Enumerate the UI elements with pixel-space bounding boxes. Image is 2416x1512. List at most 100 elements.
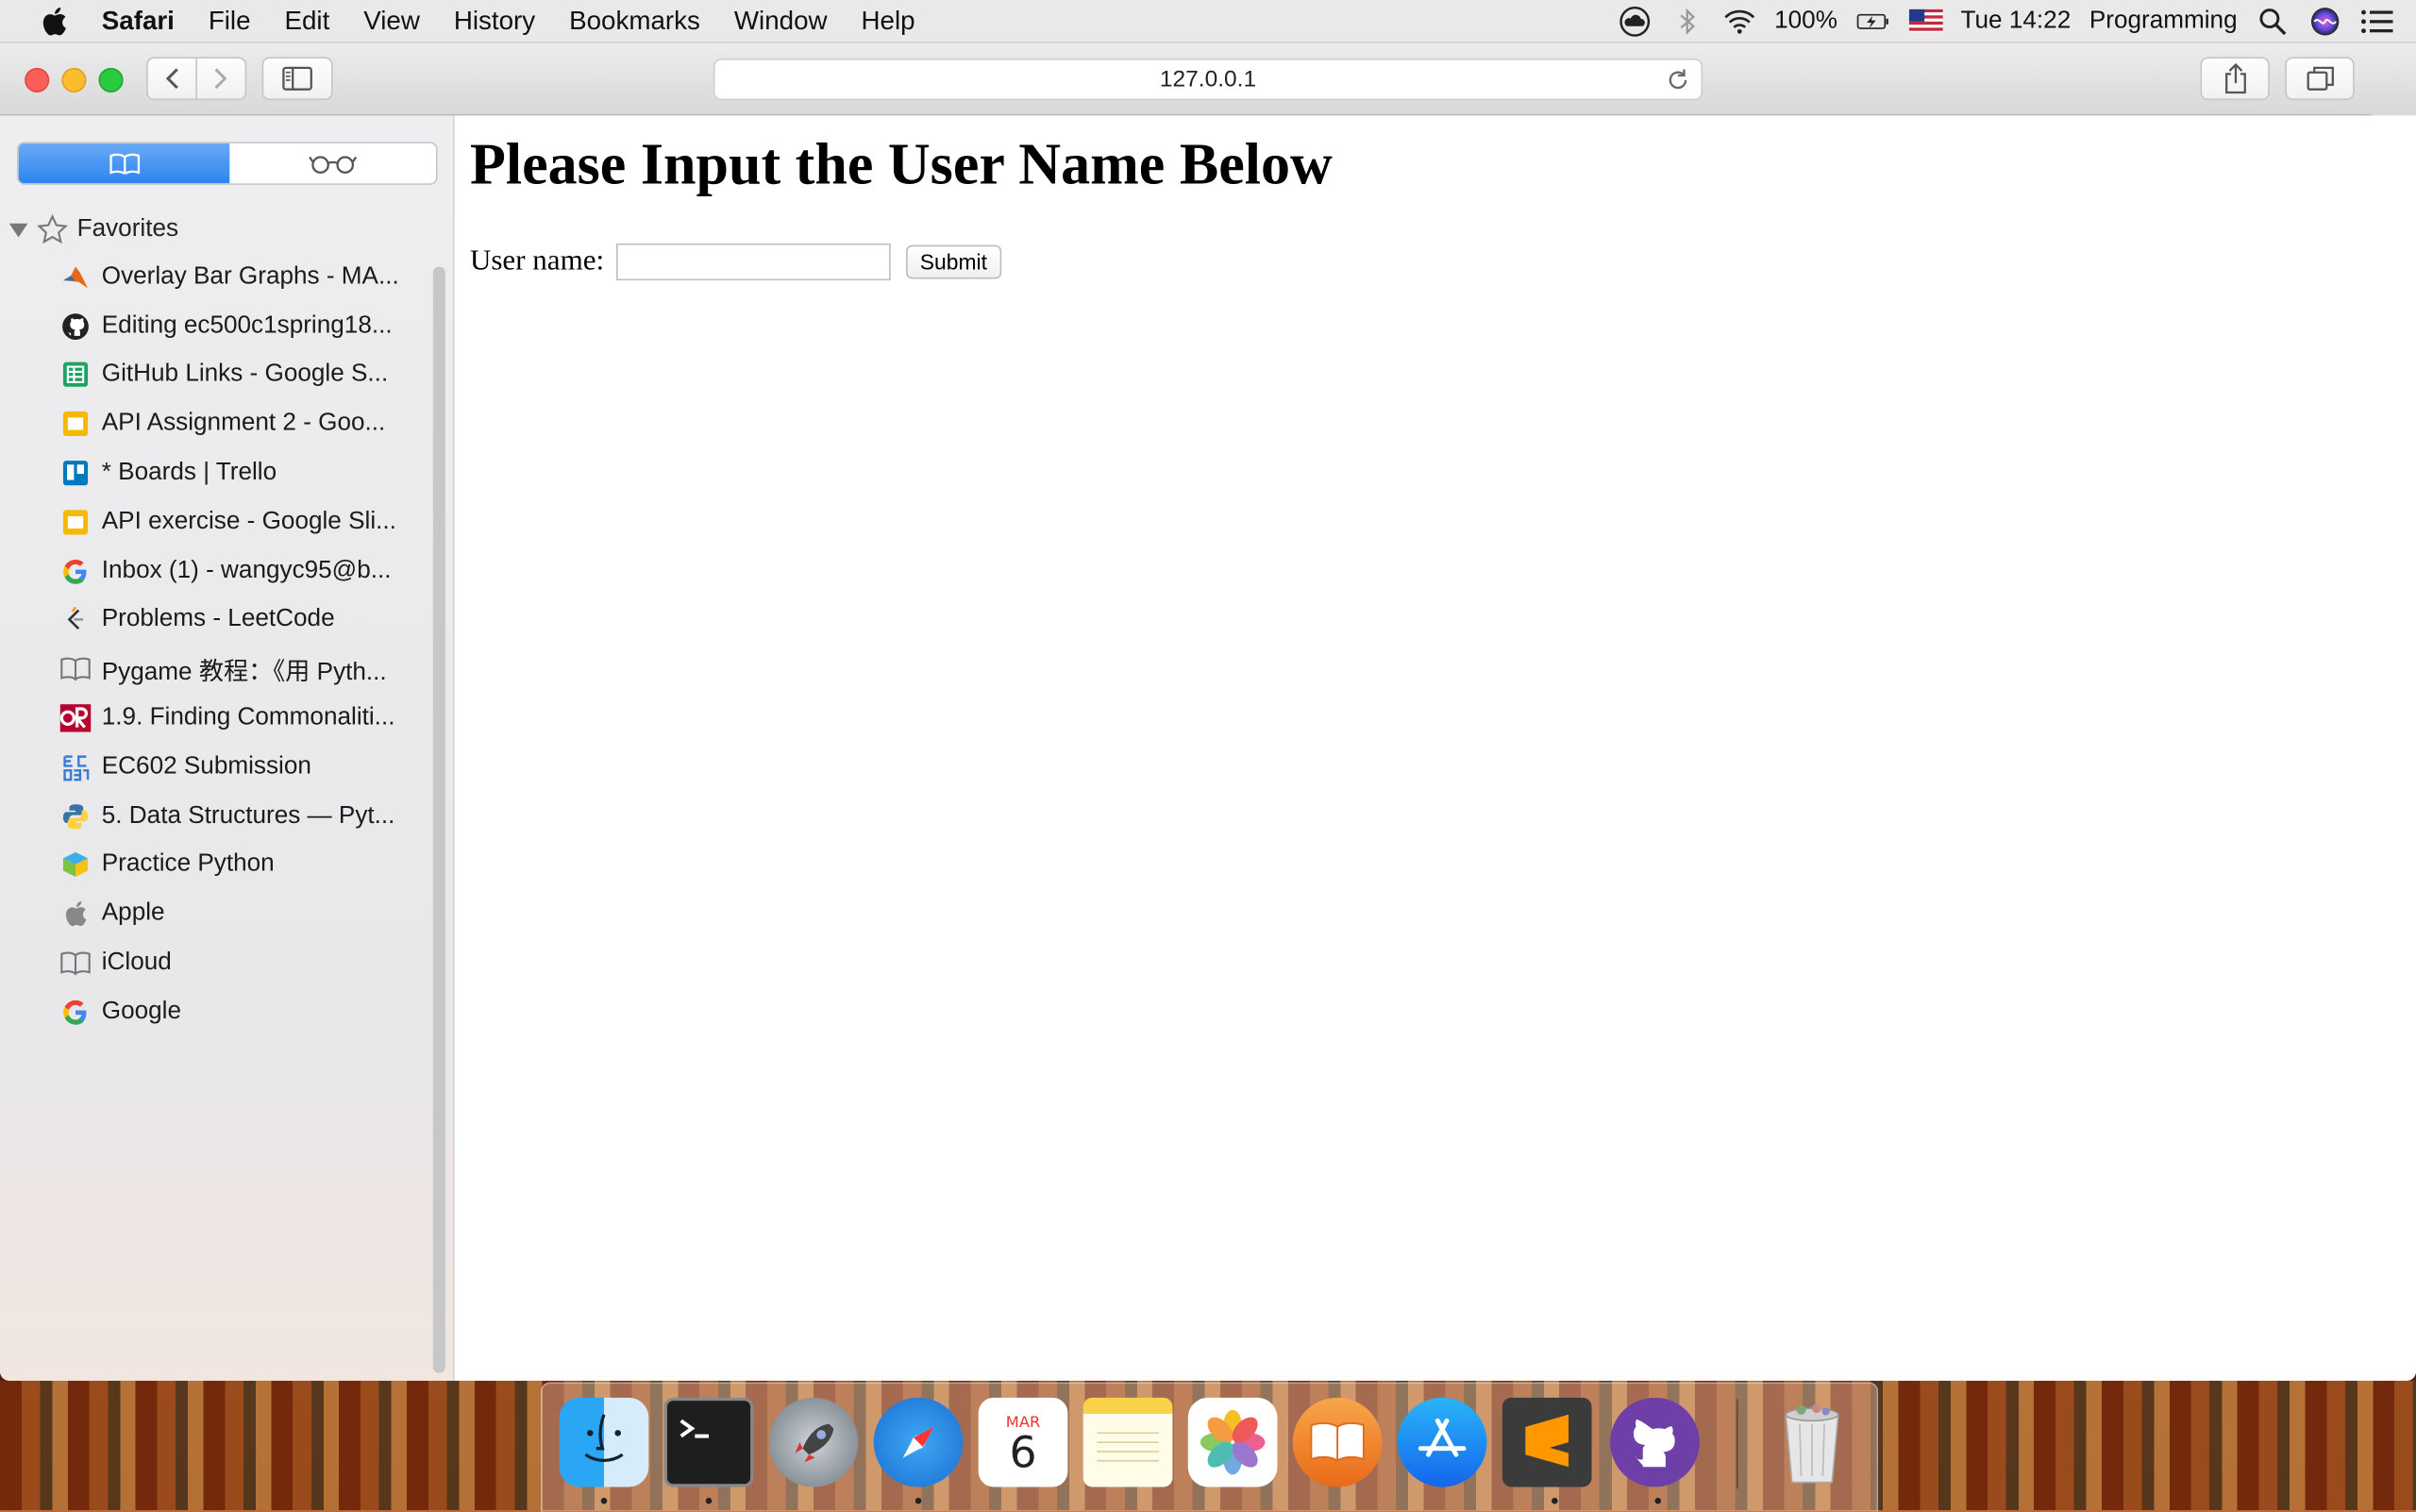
current-user[interactable]: Programming: [2089, 7, 2238, 34]
ec602-icon: [59, 752, 92, 783]
reload-icon[interactable]: [1664, 66, 1691, 93]
favorite-item[interactable]: API Assignment 2 - Goo...: [59, 399, 428, 448]
favorite-label: Practice Python: [101, 850, 275, 878]
chevron-right-icon: [215, 68, 228, 90]
favorite-item[interactable]: iCloud: [59, 939, 428, 988]
photos-icon[interactable]: [1187, 1397, 1278, 1487]
favorite-label: Overlay Bar Graphs - MA...: [101, 263, 399, 290]
zoom-window-button[interactable]: [98, 67, 124, 92]
favorite-item[interactable]: Inbox (1) - wangyc95@b...: [59, 546, 428, 596]
leetcode-icon: [59, 605, 92, 636]
google-sheets-icon: [59, 360, 92, 391]
favorite-item[interactable]: 5. Data Structures — Pyt...: [59, 792, 428, 841]
google-icon: [59, 997, 92, 1028]
sidebar-scrollbar[interactable]: [432, 266, 445, 1373]
reading-glasses-icon: [309, 156, 358, 174]
github-desktop-icon[interactable]: [1610, 1397, 1700, 1487]
menu-file[interactable]: File: [209, 6, 251, 37]
dock-separator: [1736, 1399, 1738, 1489]
favorite-item[interactable]: Pygame 教程：《用 Pyth...: [59, 645, 428, 694]
running-indicator: [1552, 1497, 1558, 1504]
favorite-label: Apple: [101, 899, 165, 927]
favorite-label: Problems - LeetCode: [101, 606, 335, 633]
terminal-icon[interactable]: [663, 1397, 754, 1487]
back-button[interactable]: [148, 59, 196, 98]
favorite-item[interactable]: 1.9. Finding Commonaliti...: [59, 694, 428, 743]
trash-icon[interactable]: [1768, 1398, 1857, 1487]
toggle-sidebar-button[interactable]: [261, 57, 333, 101]
web-page-content: Please Input the User Name Below User na…: [454, 115, 2416, 1381]
share-button[interactable]: [2200, 57, 2270, 101]
menu-view[interactable]: View: [363, 6, 420, 37]
clock-text[interactable]: Tue 14:22: [1961, 7, 2072, 34]
page-title: Please Input the User Name Below: [469, 132, 1333, 197]
favorite-label: API exercise - Google Sli...: [101, 508, 396, 535]
favorite-label: * Boards | Trello: [101, 459, 277, 486]
finder-icon[interactable]: [559, 1397, 649, 1487]
close-window-button[interactable]: [25, 67, 50, 92]
show-all-tabs-button[interactable]: [2285, 57, 2355, 101]
apple-menu-icon[interactable]: [37, 4, 71, 38]
cloud-sync-icon[interactable]: [1618, 6, 1652, 36]
sublime-text-icon[interactable]: [1502, 1397, 1592, 1487]
favorite-item[interactable]: API exercise - Google Sli...: [59, 497, 428, 546]
google-slides-icon: [59, 409, 92, 440]
running-indicator: [914, 1497, 922, 1504]
menu-app-name[interactable]: Safari: [102, 6, 175, 37]
menu-window[interactable]: Window: [734, 6, 828, 37]
share-icon: [2224, 62, 2246, 94]
bluetooth-icon[interactable]: [1669, 7, 1703, 35]
favorite-item[interactable]: Practice Python: [59, 841, 428, 890]
menu-help[interactable]: Help: [861, 6, 914, 37]
calendar-icon[interactable]: MAR 6: [978, 1397, 1068, 1487]
minimize-window-button[interactable]: [61, 67, 87, 92]
menu-bookmarks[interactable]: Bookmarks: [569, 6, 700, 37]
github-icon: [59, 311, 92, 342]
favorite-item[interactable]: Google: [59, 987, 428, 1036]
favorite-item[interactable]: Editing ec500c1spring18...: [59, 302, 428, 351]
safari-icon[interactable]: [873, 1397, 964, 1487]
forward-button[interactable]: [197, 59, 245, 98]
python-icon: [59, 800, 92, 832]
favorite-item[interactable]: Overlay Bar Graphs - MA...: [59, 253, 428, 302]
us-flag-icon[interactable]: [1908, 7, 1942, 34]
favorite-item[interactable]: GitHub Links - Google S...: [59, 351, 428, 400]
menu-edit[interactable]: Edit: [284, 6, 329, 37]
user-name-input[interactable]: [616, 243, 891, 281]
menu-history[interactable]: History: [454, 6, 535, 37]
user-name-label: User name:: [469, 244, 605, 277]
dock: MAR 6: [541, 1382, 1879, 1512]
bookmarks-tab[interactable]: [18, 143, 230, 184]
spotlight-search-icon[interactable]: [2256, 7, 2290, 35]
notes-icon[interactable]: [1082, 1397, 1173, 1487]
favorite-item[interactable]: EC602 Submission: [59, 743, 428, 792]
user-name-form: User name: Submit: [469, 243, 1001, 281]
disclosure-triangle-icon[interactable]: [8, 222, 28, 237]
favorites-title: Favorites: [76, 215, 179, 243]
launchpad-icon[interactable]: [768, 1397, 859, 1487]
app-store-icon[interactable]: [1397, 1397, 1487, 1487]
sidebar-icon: [282, 66, 312, 91]
favorite-label: Google: [101, 998, 181, 1025]
address-bar[interactable]: 127.0.0.1: [713, 59, 1703, 101]
safari-window: 127.0.0.1 +: [0, 42, 2416, 1381]
favorites-header[interactable]: Favorites: [8, 212, 179, 246]
favorite-item[interactable]: Apple: [59, 890, 428, 939]
trello-icon: [59, 458, 92, 489]
notification-center-icon[interactable]: [2360, 7, 2394, 34]
favorite-item[interactable]: Problems - LeetCode: [59, 596, 428, 645]
siri-icon[interactable]: [2308, 7, 2342, 35]
favorite-label: 5. Data Structures — Pyt...: [101, 802, 395, 829]
favorite-label: Pygame 教程：《用 Pyth...: [101, 660, 387, 686]
running-indicator: [1654, 1497, 1661, 1504]
wifi-icon[interactable]: [1722, 7, 1756, 34]
favorite-item[interactable]: * Boards | Trello: [59, 448, 428, 497]
calendar-day: 6: [1009, 1426, 1037, 1477]
book-icon: [59, 948, 92, 979]
apple-icon: [59, 899, 92, 930]
books-icon[interactable]: [1292, 1397, 1383, 1487]
reading-list-tab[interactable]: [229, 143, 436, 183]
running-indicator: [705, 1497, 713, 1504]
battery-charging-icon[interactable]: [1855, 7, 1890, 34]
submit-button[interactable]: Submit: [906, 244, 1001, 279]
